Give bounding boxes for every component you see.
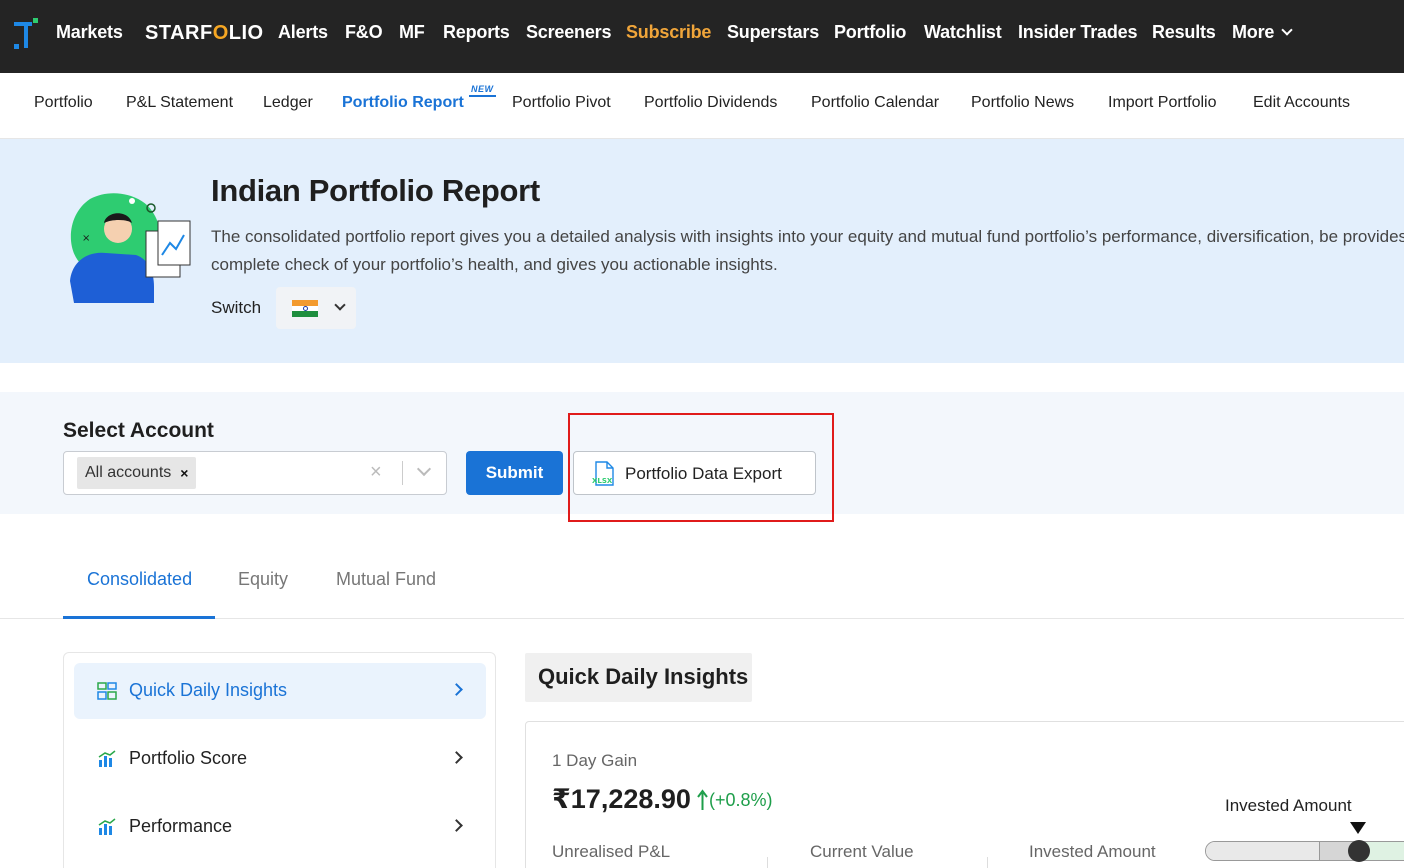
- nav-markets[interactable]: Markets: [56, 22, 123, 43]
- chevron-right-icon: [450, 819, 463, 832]
- metric-invested-amount: Invested Amount: [1029, 842, 1156, 861]
- bar-chart-icon: [98, 750, 116, 767]
- nav-watchlist[interactable]: Watchlist: [924, 22, 1002, 43]
- nav-subscribe[interactable]: Subscribe: [626, 22, 711, 43]
- nav-fno[interactable]: F&O: [345, 22, 383, 43]
- daily-gain-card: 1 Day Gain ₹17,228.90 (+0.8%) Unrealised…: [525, 721, 1404, 868]
- nav-more[interactable]: More: [1232, 22, 1293, 43]
- portfolio-tabs: Consolidated Equity Mutual Fund: [0, 545, 1404, 619]
- submit-button[interactable]: Submit: [466, 451, 563, 495]
- select-divider: [402, 461, 403, 485]
- tab-mutual-fund[interactable]: Mutual Fund: [336, 569, 436, 590]
- switch-label: Switch: [211, 298, 262, 317]
- account-multiselect[interactable]: All accounts × ×: [63, 451, 447, 495]
- nav-more-label: More: [1232, 22, 1275, 42]
- page-description: The consolidated portfolio report gives …: [211, 227, 1404, 274]
- brand-text-o: O: [212, 22, 229, 44]
- india-flag-icon: [292, 300, 318, 317]
- nav-mf[interactable]: MF: [399, 22, 425, 43]
- bar-chart-icon: [98, 818, 116, 835]
- chevron-right-icon: [450, 683, 463, 696]
- clear-selection-icon[interactable]: ×: [370, 461, 382, 484]
- brand-text-end: LIO: [228, 22, 264, 44]
- nav-superstars[interactable]: Superstars: [727, 22, 819, 43]
- report-hero: × Indian Portfolio Report The consolidat…: [0, 139, 1404, 363]
- metric-unrealised-pl: Unrealised P&L: [552, 842, 671, 861]
- svg-text:×: ×: [82, 233, 90, 244]
- subnav-portfolio-pivot[interactable]: Portfolio Pivot: [512, 94, 611, 112]
- section-title: Quick Daily Insights: [538, 664, 749, 689]
- subnav-portfolio-calendar[interactable]: Portfolio Calendar: [811, 94, 939, 112]
- tab-equity[interactable]: Equity: [238, 569, 288, 590]
- range-segment: [1206, 842, 1320, 860]
- brand-text-start: STARF: [145, 22, 213, 44]
- nav-reports[interactable]: Reports: [443, 22, 510, 43]
- nav-screeners[interactable]: Screeners: [526, 22, 611, 43]
- value-range-bar: [1205, 841, 1404, 861]
- subnav-portfolio[interactable]: Portfolio: [34, 94, 93, 112]
- report-illustration-icon: ×: [70, 193, 191, 303]
- chip-remove-icon[interactable]: ×: [180, 465, 188, 481]
- chevron-right-icon: [450, 751, 463, 764]
- metric-current-value: Current Value: [810, 842, 914, 861]
- sidebar-item-label: Quick Daily Insights: [129, 680, 288, 700]
- nav-alerts[interactable]: Alerts: [278, 22, 328, 43]
- chevron-down-icon[interactable]: [416, 461, 432, 477]
- gain-value: ₹17,228.90: [552, 784, 691, 814]
- subnav-import-portfolio[interactable]: Import Portfolio: [1108, 94, 1216, 112]
- range-marker-label: Invested Amount: [1225, 796, 1352, 815]
- subnav-pl-statement[interactable]: P&L Statement: [126, 94, 233, 112]
- account-selector-band: Select Account All accounts × × Submit X…: [0, 392, 1404, 522]
- new-badge: NEW: [469, 84, 496, 97]
- chevron-down-icon: [1281, 24, 1293, 36]
- top-navbar: Markets STARFOLIO Alerts F&O MF Reports …: [0, 0, 1404, 73]
- sidebar-item-quick-daily-insights[interactable]: Quick Daily Insights: [74, 663, 486, 719]
- sidebar-item-label: Portfolio Score: [129, 748, 248, 768]
- country-switch-dropdown[interactable]: [276, 287, 356, 329]
- triangle-down-icon: [1350, 822, 1366, 834]
- select-account-label: Select Account: [63, 419, 214, 442]
- chip-label: All accounts: [85, 464, 172, 481]
- page-title: Indian Portfolio Report: [211, 173, 540, 208]
- trendlyne-logo-icon[interactable]: [12, 18, 40, 52]
- selected-account-chip: All accounts ×: [77, 457, 197, 489]
- report-sidebar: Quick Daily Insights Portfolio Score Per…: [63, 652, 496, 868]
- subnav-edit-accounts[interactable]: Edit Accounts: [1253, 94, 1350, 112]
- nav-portfolio[interactable]: Portfolio: [834, 22, 906, 43]
- nav-insider-trades[interactable]: Insider Trades: [1018, 22, 1137, 43]
- subnav-ledger[interactable]: Ledger: [263, 94, 313, 112]
- arrow-up-icon: [697, 789, 708, 810]
- chevron-down-icon: [334, 299, 346, 311]
- sidebar-item-performance[interactable]: Performance: [74, 799, 486, 855]
- nav-results[interactable]: Results: [1152, 22, 1216, 43]
- subnav-portfolio-news[interactable]: Portfolio News: [971, 94, 1074, 112]
- subnav-portfolio-report[interactable]: Portfolio Report: [342, 94, 464, 112]
- gain-percent: (+0.8%): [709, 790, 773, 810]
- metric-divider: [987, 857, 988, 868]
- subnav-portfolio-dividends[interactable]: Portfolio Dividends: [644, 94, 777, 112]
- insights-icon: [97, 682, 117, 700]
- portfolio-subnav: Portfolio P&L Statement Ledger Portfolio…: [0, 73, 1404, 139]
- sidebar-item-label: Performance: [129, 816, 233, 836]
- metric-divider: [767, 857, 768, 868]
- highlight-box: [568, 413, 834, 522]
- range-knob: [1348, 840, 1370, 862]
- gain-label: 1 Day Gain: [552, 751, 638, 770]
- active-tab-indicator: [63, 616, 215, 619]
- section-title-box: Quick Daily Insights: [525, 653, 752, 702]
- sidebar-item-portfolio-score[interactable]: Portfolio Score: [74, 731, 486, 787]
- starfolio-brand[interactable]: STARFOLIO: [145, 22, 264, 45]
- tab-consolidated[interactable]: Consolidated: [87, 569, 192, 590]
